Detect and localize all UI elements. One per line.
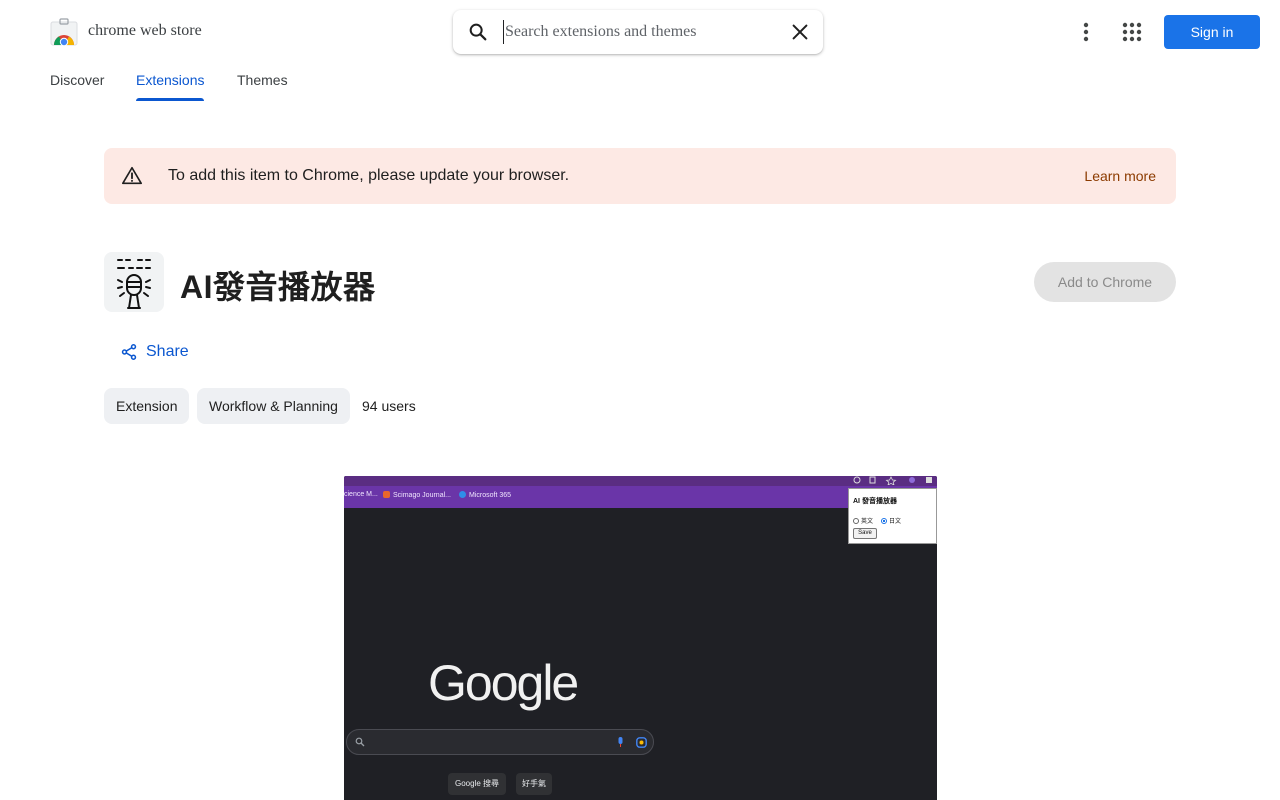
brand-name[interactable]: chrome web store: [88, 22, 202, 40]
preview-extension-popup: AI 發音播放器 英文 日文 Save: [848, 488, 937, 544]
popup-title: AI 發音播放器: [853, 498, 897, 505]
mic-icon: [618, 737, 623, 747]
header: chrome web store Sign in: [0, 0, 1280, 64]
tab-label: Discover: [50, 72, 105, 88]
tab-themes[interactable]: Themes: [237, 72, 288, 102]
tab-label: Extensions: [136, 72, 205, 88]
update-browser-banner: To add this item to Chrome, please updat…: [104, 148, 1176, 204]
preview-bookmark-label: Scimago Journal...: [393, 492, 451, 499]
close-icon[interactable]: [789, 21, 811, 43]
microsoft-icon: [459, 491, 466, 498]
chip-category[interactable]: Workflow & Planning: [197, 388, 350, 424]
tab-extensions[interactable]: Extensions: [136, 72, 205, 102]
share-icon: [121, 344, 137, 360]
more-vertical-icon[interactable]: [1074, 20, 1098, 44]
tab-label: Themes: [237, 72, 288, 88]
learn-more-link[interactable]: Learn more: [1084, 168, 1156, 184]
preview-title-strip: [344, 476, 937, 486]
preview-google-logo: Google: [428, 655, 579, 711]
add-to-chrome-button[interactable]: Add to Chrome: [1034, 262, 1176, 302]
extension-title: AI發音播放器: [180, 269, 376, 305]
warning-icon: [122, 166, 142, 185]
chrome-web-store-logo-icon[interactable]: [50, 18, 78, 46]
scimago-icon: [383, 491, 390, 498]
popup-option-label: 日文: [889, 519, 902, 525]
share-label: Share: [146, 343, 189, 360]
popup-option-label: 英文: [861, 519, 874, 525]
preview-toolbar-icons: [852, 476, 937, 486]
google-lens-icon: [636, 737, 647, 748]
microphone-icon: [117, 259, 151, 309]
preview-bookmark: Microsoft 365: [459, 491, 511, 499]
screenshot-preview[interactable]: cience M... Scimago Journal... Microsoft…: [344, 476, 937, 800]
preview-feeling-lucky-button: 好手氣: [516, 773, 552, 795]
active-tab-indicator: [136, 98, 205, 101]
preview-bookmark-label: Microsoft 365: [469, 492, 512, 499]
user-count: 94 users: [362, 398, 416, 414]
preview-google-search-button: Google 搜尋: [448, 773, 506, 795]
preview-bookmark: cience M...: [344, 491, 378, 498]
tab-discover[interactable]: Discover: [50, 72, 104, 102]
preview-toolbar-icon-row: [853, 476, 932, 486]
search-icon: [355, 737, 365, 747]
preview-bookmark: Scimago Journal...: [383, 491, 451, 499]
radio-icon: [853, 518, 859, 524]
popup-option-english: 英文: [853, 516, 873, 525]
search-icon[interactable]: [467, 21, 489, 43]
chip-extension[interactable]: Extension: [104, 388, 190, 424]
popup-option-japanese: 日文: [881, 516, 901, 525]
extension-icon: [104, 252, 164, 312]
apps-grid-icon[interactable]: [1120, 20, 1144, 44]
popup-save-button: Save: [853, 528, 877, 539]
radio-checked-icon: [881, 518, 887, 524]
sign-in-button[interactable]: Sign in: [1164, 15, 1260, 49]
search-input[interactable]: [503, 20, 783, 44]
search-box[interactable]: [453, 10, 823, 54]
banner-message: To add this item to Chrome, please updat…: [168, 167, 570, 184]
preview-google-search-bar: [346, 729, 654, 755]
